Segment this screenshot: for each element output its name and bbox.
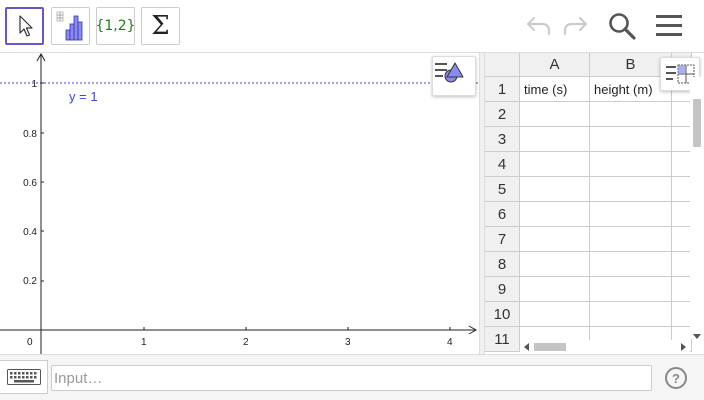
spreadsheet-cell[interactable]: [672, 127, 692, 152]
search-button[interactable]: [606, 10, 638, 42]
spreadsheet-cell[interactable]: [672, 227, 692, 252]
spreadsheet-cell[interactable]: [520, 177, 590, 202]
row-header[interactable]: 2: [485, 102, 520, 127]
spreadsheet-cell[interactable]: [590, 252, 672, 277]
y-tick-label: 0.4: [23, 227, 37, 238]
main-menu-button[interactable]: [653, 10, 685, 42]
sum-label: Σ: [151, 11, 170, 41]
spreadsheet-cell[interactable]: [672, 152, 692, 177]
scroll-left-arrow-icon[interactable]: [524, 343, 529, 351]
spreadsheet-cell[interactable]: [672, 177, 692, 202]
two-variable-regression-tool-button[interactable]: [51, 7, 90, 45]
graphics-style-bar-button[interactable]: [432, 56, 476, 96]
graphics-style-bar-icon: [435, 62, 464, 83]
y-tick-label: 0.6: [23, 178, 37, 189]
bar-histogram-icon: [56, 11, 82, 41]
x-tick-label: 0: [27, 337, 33, 348]
keyboard-toggle-button[interactable]: [0, 360, 48, 394]
spreadsheet-cell[interactable]: [590, 227, 672, 252]
y-tick-label: 1: [31, 79, 37, 90]
spreadsheet-cell[interactable]: [590, 152, 672, 177]
hamburger-menu-icon: [656, 15, 682, 36]
spreadsheet-cell[interactable]: [672, 302, 692, 327]
move-tool-button[interactable]: [5, 7, 44, 45]
x-tick-label: 4: [447, 337, 453, 348]
line-label[interactable]: y = 1: [69, 89, 98, 104]
input-help-button[interactable]: ?: [665, 367, 687, 389]
y-tick-label: 0.8: [23, 129, 37, 140]
help-icon: ?: [672, 370, 680, 386]
row-header[interactable]: 10: [485, 302, 520, 327]
spreadsheet-cell[interactable]: [590, 277, 672, 302]
row-header[interactable]: 5: [485, 177, 520, 202]
spreadsheet-cell[interactable]: [520, 227, 590, 252]
row-header[interactable]: 7: [485, 227, 520, 252]
scroll-down-arrow-icon[interactable]: [693, 334, 701, 339]
redo-button[interactable]: [560, 10, 592, 42]
spreadsheet-cell[interactable]: [590, 302, 672, 327]
vertical-scrollbar[interactable]: [690, 77, 704, 339]
x-tick-label: 1: [141, 337, 147, 348]
create-list-tool-button[interactable]: {1,2}: [95, 7, 136, 45]
sum-tool-button[interactable]: Σ: [141, 7, 180, 45]
spreadsheet-cell[interactable]: [672, 102, 692, 127]
graphics-view[interactable]: 0 1 2 3 4 0.2 0.4 0.6 0.8 1 y = 1: [0, 53, 479, 354]
graphics-canvas[interactable]: 0 1 2 3 4 0.2 0.4 0.6 0.8 1 y = 1: [0, 53, 479, 354]
y-tick-label: 0.2: [23, 276, 37, 287]
toolbar: {1,2} Σ: [0, 0, 704, 53]
spreadsheet-cell[interactable]: [520, 277, 590, 302]
horizontal-scrollbar[interactable]: [520, 340, 690, 354]
row-header[interactable]: 6: [485, 202, 520, 227]
spreadsheet-cell[interactable]: [520, 152, 590, 177]
redo-icon: [563, 16, 588, 36]
x-tick-label: 2: [243, 337, 249, 348]
create-list-label: {1,2}: [95, 18, 136, 34]
spreadsheet-cell[interactable]: time (s): [520, 77, 590, 102]
input-bar: ?: [0, 354, 704, 400]
spreadsheet-cell[interactable]: [672, 202, 692, 227]
geogebra-app: {1,2} Σ 0 1 2 3 4 0.2 0.4 0.6 0.8 1 y = …: [0, 0, 704, 400]
undo-button[interactable]: [522, 10, 554, 42]
row-header[interactable]: 9: [485, 277, 520, 302]
scroll-right-arrow-icon[interactable]: [681, 343, 686, 351]
undo-icon: [526, 16, 551, 36]
spreadsheet-cell[interactable]: [520, 102, 590, 127]
spreadsheet-cell[interactable]: [672, 277, 692, 302]
column-header-a[interactable]: A: [520, 53, 590, 77]
row-header[interactable]: 1: [485, 77, 520, 102]
spreadsheet-cell[interactable]: [590, 177, 672, 202]
x-tick-label: 3: [345, 337, 351, 348]
keyboard-icon: [6, 369, 41, 385]
spreadsheet-cell[interactable]: [590, 202, 672, 227]
row-header[interactable]: 4: [485, 152, 520, 177]
vertical-scroll-thumb[interactable]: [693, 99, 701, 147]
spreadsheet-corner[interactable]: [485, 53, 520, 77]
horizontal-scroll-thumb[interactable]: [534, 343, 566, 351]
search-icon: [609, 13, 636, 40]
spreadsheet-cell[interactable]: [590, 127, 672, 152]
cursor-arrow-icon: [18, 15, 33, 37]
spreadsheet-cell[interactable]: [520, 302, 590, 327]
row-header[interactable]: 8: [485, 252, 520, 277]
spreadsheet-cell[interactable]: [590, 102, 672, 127]
spreadsheet-cell[interactable]: [520, 202, 590, 227]
spreadsheet-view[interactable]: A B 1 time (s) height (m) 2 3 4 5 6 7 8 9 10 11: [485, 53, 704, 354]
spreadsheet-cell[interactable]: [520, 127, 590, 152]
row-header[interactable]: 11: [485, 327, 520, 352]
row-header[interactable]: 3: [485, 127, 520, 152]
spreadsheet-cell[interactable]: [672, 252, 692, 277]
algebra-input-field[interactable]: [51, 365, 652, 391]
spreadsheet-cell[interactable]: [520, 252, 590, 277]
